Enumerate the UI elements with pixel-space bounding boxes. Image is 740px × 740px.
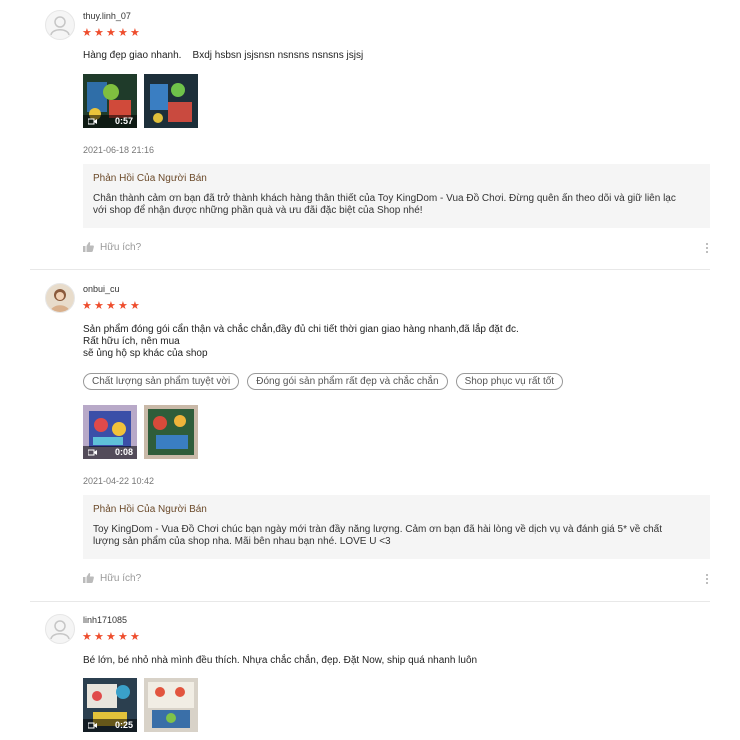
review-username[interactable]: onbui_cu — [83, 284, 120, 294]
review-image-thumbnail[interactable] — [144, 74, 198, 128]
star-icon: ★ — [82, 631, 93, 643]
star-icon: ★ — [118, 27, 129, 39]
review-text-line: Sản phẩm đóng gói cẩn thận và chắc chắn,… — [83, 324, 519, 335]
review-photo — [144, 405, 198, 459]
avatar[interactable] — [45, 283, 75, 313]
seller-reply-title: Phản Hồi Của Người Bán — [93, 504, 207, 515]
review-divider — [30, 601, 710, 602]
review-text: Bé lớn, bé nhỏ nhà mình đều thích. Nhựa … — [83, 655, 478, 666]
star-icon: ★ — [118, 631, 129, 643]
video-duration-bar: 0:08 — [83, 446, 137, 459]
helpful-label: Hữu ích? — [100, 573, 142, 584]
helpful-button[interactable]: Hữu ích? — [83, 573, 141, 584]
video-camera-icon — [88, 118, 97, 125]
video-duration: 0:08 — [114, 447, 133, 457]
review-tag: Đóng gói sản phẩm rất đẹp và chắc chắn — [247, 373, 448, 390]
helpful-button[interactable]: Hữu ích? — [83, 242, 141, 253]
star-icon: ★ — [94, 300, 105, 312]
helpful-label: Hữu ích? — [100, 242, 142, 253]
star-icon: ★ — [130, 27, 141, 39]
star-icon: ★ — [82, 27, 93, 39]
review-tag: Chất lượng sản phẩm tuyệt vời — [83, 373, 240, 390]
user-photo-icon — [46, 284, 74, 312]
review-username[interactable]: thuy.linh_07 — [83, 11, 131, 21]
review-tags: Chất lượng sản phẩm tuyệt vời Đóng gói sả… — [83, 371, 569, 390]
seller-reply-line: lượng sản phẩm của shop nha. Mãi bên nha… — [93, 536, 391, 547]
review-tag: Shop phục vụ rất tốt — [455, 373, 564, 390]
seller-reply-title: Phản Hồi Của Người Bán — [93, 173, 207, 184]
seller-reply-line: Toy KingDom - Vua Đồ Chơi chúc bạn ngày … — [93, 524, 662, 535]
review-photo — [144, 678, 198, 732]
star-icon: ★ — [106, 631, 117, 643]
user-icon — [50, 16, 70, 36]
review-text-line: Rất hữu ích, nên mua — [83, 336, 180, 347]
more-options-icon[interactable] — [705, 243, 709, 255]
video-camera-icon — [88, 449, 97, 456]
review-video-thumbnail[interactable]: 0:25 — [83, 678, 137, 732]
star-icon: ★ — [130, 300, 141, 312]
star-icon: ★ — [94, 27, 105, 39]
review-text-line: sẽ ủng hộ sp khác của shop — [83, 348, 208, 359]
video-duration-bar: 0:57 — [83, 115, 137, 128]
video-camera-icon — [88, 722, 97, 729]
star-icon: ★ — [106, 27, 117, 39]
thumbs-up-icon — [83, 573, 94, 584]
seller-reply-line: với shop để nhận được những phần quà và … — [93, 205, 423, 216]
review-video-thumbnail[interactable]: 0:57 — [83, 74, 137, 128]
avatar[interactable] — [45, 10, 75, 40]
user-icon — [50, 620, 70, 640]
review-video-thumbnail[interactable]: 0:08 — [83, 405, 137, 459]
star-icon: ★ — [130, 631, 141, 643]
star-icon: ★ — [94, 631, 105, 643]
star-icon: ★ — [118, 300, 129, 312]
star-icon: ★ — [82, 300, 93, 312]
review-image-thumbnail[interactable] — [144, 678, 198, 732]
review-datetime: 2021-06-18 21:16 — [83, 145, 155, 155]
more-options-icon[interactable] — [705, 574, 709, 586]
star-icon: ★ — [106, 300, 117, 312]
avatar[interactable] — [45, 614, 75, 644]
review-divider — [30, 269, 710, 270]
thumbs-up-icon — [83, 242, 94, 253]
video-duration: 0:25 — [114, 720, 133, 730]
seller-reply: Phản Hồi Của Người Bán Chân thành cảm ơn… — [83, 164, 710, 228]
rating-stars: ★★★★★ — [82, 630, 142, 643]
video-duration-bar: 0:25 — [83, 719, 137, 732]
review-username[interactable]: linh171085 — [83, 615, 127, 625]
review-photo — [144, 74, 198, 128]
video-duration: 0:57 — [114, 116, 133, 126]
review-datetime: 2021-04-22 10:42 — [83, 476, 155, 486]
seller-reply-line: Chân thành cảm ơn bạn đã trở thành khách… — [93, 193, 676, 204]
review-text: Hàng đẹp giao nhanh. Bxdj hsbsn jsjsnsn … — [83, 50, 364, 61]
rating-stars: ★★★★★ — [82, 26, 142, 39]
review-image-thumbnail[interactable] — [144, 405, 198, 459]
rating-stars: ★★★★★ — [82, 299, 142, 312]
seller-reply: Phản Hồi Của Người Bán Toy KingDom - Vua… — [83, 495, 710, 559]
